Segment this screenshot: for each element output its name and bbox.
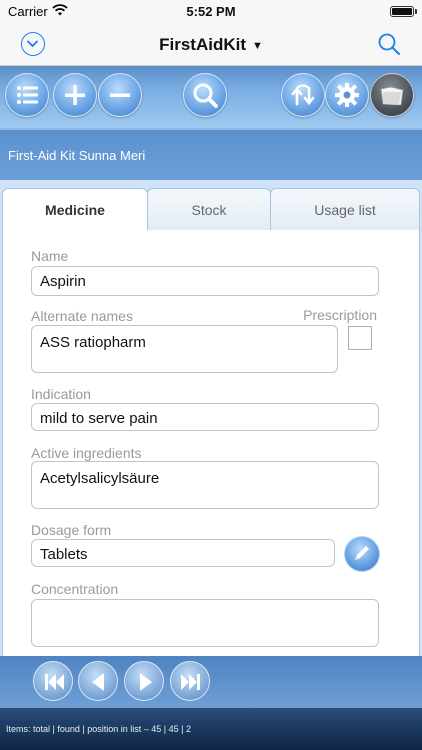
list-icon (17, 86, 38, 104)
previous-record-icon (92, 673, 104, 691)
name-field[interactable]: Aspirin (31, 266, 379, 296)
status-footer: Items: total | found | position in list … (0, 708, 422, 750)
remove-button[interactable] (98, 73, 142, 117)
alternate-names-label: Alternate names (31, 308, 133, 324)
record-navigation-bar (0, 656, 422, 708)
dosage-form-label: Dosage form (31, 522, 112, 538)
app-title: FirstAidKit (159, 35, 246, 54)
clock: 5:52 PM (186, 4, 236, 19)
concentration-field[interactable] (31, 599, 379, 647)
concentration-label: Concentration (31, 581, 119, 597)
form-panel: Medicine Stock Usage list Name Aspirin A… (0, 180, 422, 656)
kit-name: First-Aid Kit Sunna Meri (8, 148, 146, 163)
next-record-button[interactable] (124, 661, 164, 701)
dosage-form-field[interactable]: Tablets (31, 539, 335, 567)
navigation-bar: FirstAidKit ▼ (0, 24, 422, 66)
name-label: Name (31, 248, 69, 264)
tab-bar: Medicine Stock Usage list (2, 188, 420, 230)
medicine-form: Name Aspirin Alternate names Prescriptio… (2, 230, 420, 656)
first-record-icon (45, 674, 64, 690)
last-record-button[interactable] (170, 661, 210, 701)
first-record-button[interactable] (33, 661, 73, 701)
tab-stock[interactable]: Stock (147, 188, 271, 230)
plus-icon (65, 85, 85, 105)
caret-down-icon: ▼ (252, 39, 263, 52)
item-count-text: Items: total | found | position in list … (6, 724, 191, 734)
record-header: First-Aid Kit Sunna Meri (0, 128, 422, 180)
prescription-checkbox[interactable] (348, 326, 372, 350)
settings-button[interactable] (325, 73, 369, 117)
minus-icon (110, 93, 130, 97)
app-title-button[interactable]: FirstAidKit ▼ (0, 35, 422, 55)
toolbar (0, 66, 422, 128)
indication-field[interactable]: mild to serve pain (31, 403, 379, 431)
add-button[interactable] (53, 73, 97, 117)
search-icon[interactable] (376, 31, 402, 62)
status-bar: Carrier 5:52 PM (0, 0, 422, 24)
folder-icon (380, 86, 404, 106)
tab-medicine[interactable]: Medicine (2, 188, 148, 230)
last-record-icon (181, 674, 200, 690)
find-button[interactable] (183, 73, 227, 117)
active-ingredients-field[interactable]: Acetylsalicylsäure (31, 461, 379, 509)
previous-record-button[interactable] (78, 661, 118, 701)
pencil-icon (355, 546, 369, 560)
folder-button[interactable] (370, 73, 414, 117)
list-button[interactable] (5, 73, 49, 117)
alternate-names-field[interactable]: ASS ratiopharm (31, 325, 338, 373)
prescription-label: Prescription (303, 307, 377, 323)
next-record-icon (140, 673, 152, 691)
search-icon (193, 83, 218, 108)
battery-icon (390, 6, 417, 17)
tab-usage-list[interactable]: Usage list (270, 188, 420, 230)
sort-icon (291, 84, 315, 106)
indication-label: Indication (31, 386, 91, 402)
active-ingredients-label: Active ingredients (31, 445, 142, 461)
edit-dosage-button[interactable] (344, 536, 380, 572)
sort-button[interactable] (281, 73, 325, 117)
gear-icon (335, 83, 359, 107)
